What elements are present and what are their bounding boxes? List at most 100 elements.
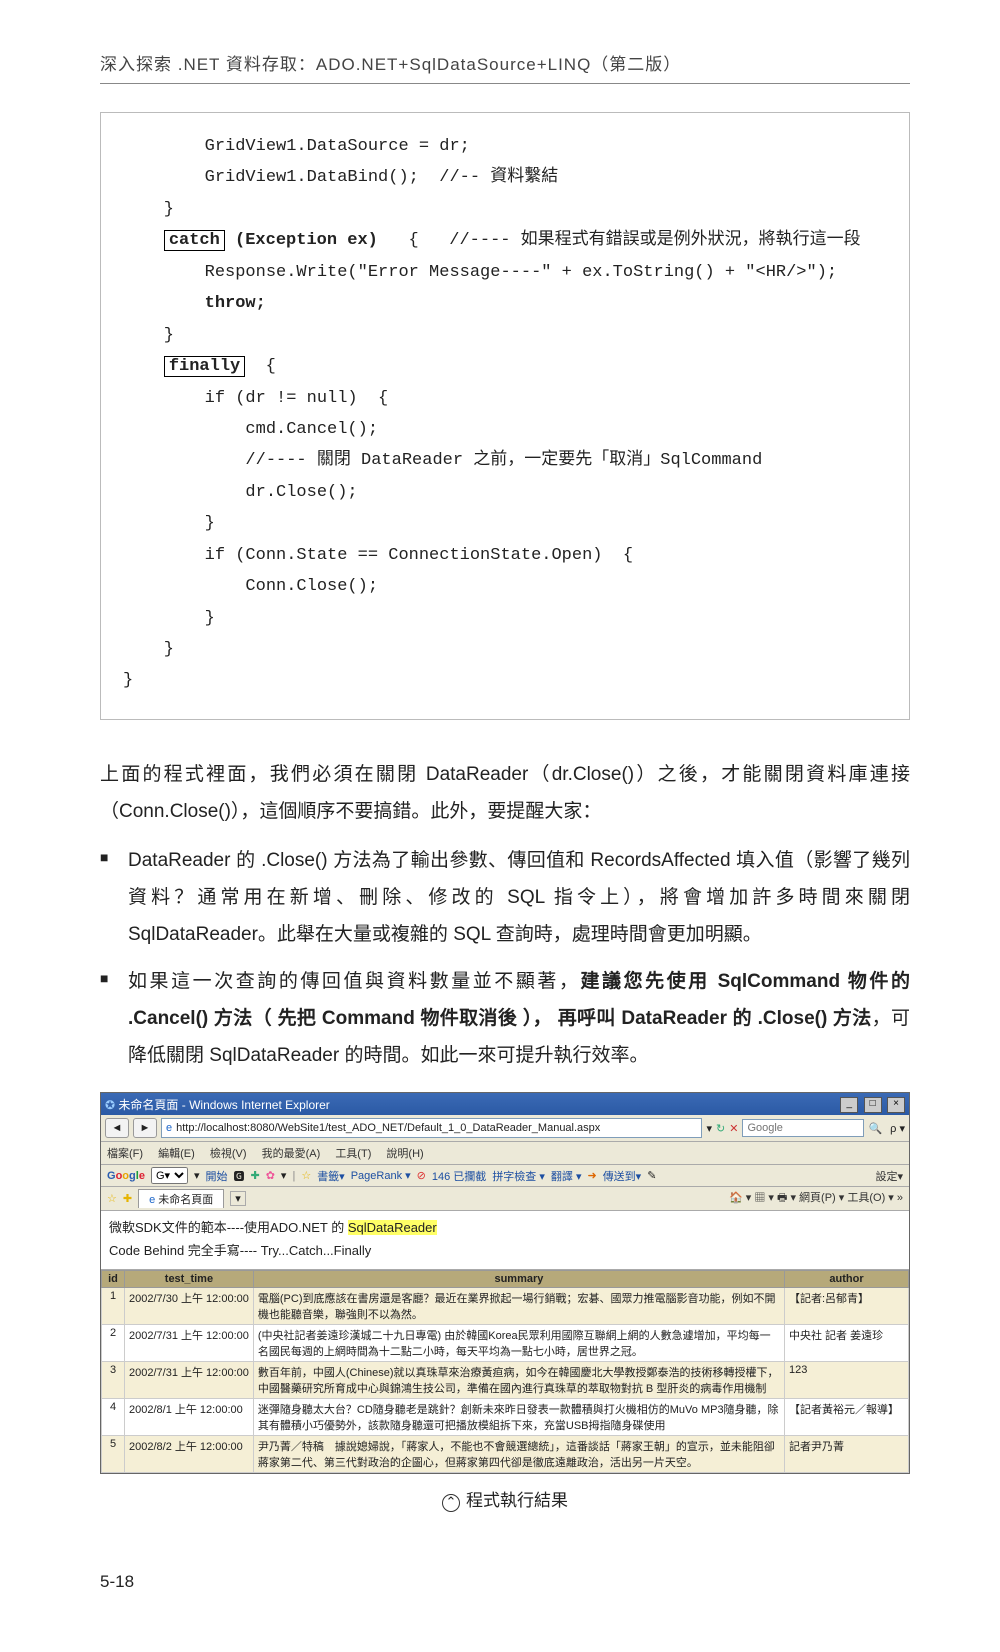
gb-more[interactable]: ▾ (281, 1169, 287, 1182)
window-buttons: _ □ × (838, 1095, 905, 1113)
content-line: Code Behind 完全手寫---- Try...Catch...Final… (109, 1240, 901, 1259)
google-toolbar: Google G▾ ▾ 開始 🅶 ✚ ✿ ▾ | ☆ 書籤▾ PageRank … (101, 1165, 909, 1187)
col-summary[interactable]: summary (253, 1271, 784, 1288)
close-button[interactable]: × (887, 1097, 905, 1113)
code-bold: (Exception ex) (225, 231, 378, 250)
table-row[interactable]: 42002/8/1 上午 12:00:00迷彈隨身聽太大台？CD隨身聽老是跳針？… (102, 1399, 909, 1436)
gb-spellcheck[interactable]: 拼字檢查 ▾ (492, 1168, 545, 1184)
tab-dropdown[interactable]: ▾ (230, 1191, 246, 1206)
blocked-icon[interactable]: ⊘ (417, 1169, 426, 1182)
menu-tools[interactable]: 工具(T) (335, 1148, 371, 1160)
cell-summary: 迷彈隨身聽太大台？CD隨身聽老是跳針？創新未來昨日發表一款體積與打火機相仿的Mu… (253, 1399, 784, 1436)
cell-author: 【記者:呂郁青】 (785, 1288, 909, 1325)
code-line: } (123, 640, 174, 659)
cell-summary: 尹乃菁／特稿 據說媳婦說，「蔣家人，不能也不會競選總統」，這番談話「蔣家王朝」的… (253, 1436, 784, 1473)
back-button[interactable]: ◄ (105, 1118, 129, 1138)
cell-time: 2002/8/2 上午 12:00:00 (125, 1436, 254, 1473)
search-icon[interactable]: 🔍 (868, 1122, 882, 1135)
page-content: 微軟SDK文件的範本----使用ADO.NET 的 SqlDataReader … (101, 1211, 909, 1270)
dropdown-icon[interactable]: ▾ (706, 1122, 712, 1135)
page-menu[interactable]: 網頁(P) ▾ 工具(O) ▾ (799, 1192, 894, 1204)
code-line: dr.Close(); (123, 483, 358, 502)
gb-icon[interactable]: 🅶 (233, 1168, 244, 1184)
refresh-icon[interactable]: ↻ (716, 1122, 725, 1135)
address-bar-row: ◄ ► e http://localhost:8080/WebSite1/tes… (101, 1115, 909, 1142)
code-line: //---- 關閉 DataReader 之前，一定要先「取消」SqlComma… (123, 451, 762, 470)
gb-dropdown[interactable]: ▾ (194, 1169, 200, 1182)
gb-icon[interactable]: ✿ (266, 1169, 275, 1182)
gb-blocked[interactable]: 146 已攔截 (432, 1168, 486, 1184)
bullet-list: DataReader 的 .Close() 方法為了輸出參數、傳回值和 Reco… (100, 842, 910, 1074)
page-icon: e (166, 1122, 172, 1134)
cell-author: 中央社 記者 姜遠珍 (785, 1325, 909, 1362)
code-line: { //---- 如果程式有錯誤或是例外狀況，將執行這一段 (378, 231, 861, 250)
table-row[interactable]: 52002/8/2 上午 12:00:00尹乃菁／特稿 據說媳婦說，「蔣家人，不… (102, 1436, 909, 1473)
table-row[interactable]: 12002/7/30 上午 12:00:00電腦(PC)到底應該在書房還是客廳？… (102, 1288, 909, 1325)
code-line (123, 357, 164, 376)
google-search-select[interactable]: G▾ (151, 1167, 188, 1184)
menu-help[interactable]: 說明(H) (386, 1148, 423, 1160)
tab-strip: ☆ ✚ e 未命名頁面 ▾ 🏠 ▾ ▦ ▾ 🖶 ▾ 網頁(P) ▾ 工具(O) … (101, 1187, 909, 1211)
google-logo: Google (107, 1170, 145, 1182)
cell-author: 記者尹乃菁 (785, 1436, 909, 1473)
col-test-time[interactable]: test_time (125, 1271, 254, 1288)
address-bar[interactable]: e http://localhost:8080/WebSite1/test_AD… (161, 1118, 702, 1138)
cell-summary: 電腦(PC)到底應該在書房還是客廳？最近在業界掀起一場行銷戰；宏碁、國眾力推電腦… (253, 1288, 784, 1325)
bullet-text: 如果這一次查詢的傳回值與資料數量並不顯著， (128, 971, 581, 992)
home-icon[interactable]: 🏠 ▾ (729, 1192, 751, 1204)
figure-caption: 程式執行結果 (100, 1486, 910, 1512)
gb-icon[interactable]: ✚ (250, 1169, 259, 1182)
send-icon[interactable]: ➜ (587, 1169, 596, 1182)
tab-tools: 🏠 ▾ ▦ ▾ 🖶 ▾ 網頁(P) ▾ 工具(O) ▾ » (729, 1189, 903, 1208)
tab-label: 未命名頁面 (158, 1194, 213, 1206)
cell-time: 2002/7/30 上午 12:00:00 (125, 1288, 254, 1325)
highlight: SqlDataReader (348, 1220, 437, 1235)
menu-favorites[interactable]: 我的最愛(A) (262, 1148, 321, 1160)
browser-tab[interactable]: e 未命名頁面 (138, 1189, 224, 1208)
menu-bar: 檔案(F) 編輯(E) 檢視(V) 我的最愛(A) 工具(T) 說明(H) (101, 1142, 909, 1165)
search-input[interactable] (742, 1119, 864, 1137)
cell-id: 1 (102, 1288, 125, 1325)
menu-edit[interactable]: 編輯(E) (158, 1148, 195, 1160)
code-line: } (123, 514, 215, 533)
url-text: http://localhost:8080/WebSite1/test_ADO_… (176, 1122, 600, 1134)
list-item: DataReader 的 .Close() 方法為了輸出參數、傳回值和 Reco… (100, 842, 910, 953)
menu-view[interactable]: 檢視(V) (210, 1148, 247, 1160)
menu-file[interactable]: 檔案(F) (107, 1148, 143, 1160)
col-author[interactable]: author (785, 1271, 909, 1288)
book-title: 深入探索 .NET 資料存取：ADO.NET+SqlDataSource+LIN… (100, 50, 910, 75)
gb-translate[interactable]: 翻譯 ▾ (551, 1168, 582, 1184)
chevron-icon[interactable]: » (897, 1192, 903, 1204)
col-id[interactable]: id (102, 1271, 125, 1288)
star-icon[interactable]: ☆ (301, 1169, 311, 1182)
table-row[interactable]: 32002/7/31 上午 12:00:00數百年前，中國人(Chinese)就… (102, 1362, 909, 1399)
search-box: 🔍 (742, 1119, 882, 1137)
code-line: { (245, 357, 276, 376)
forward-button[interactable]: ► (133, 1118, 157, 1138)
code-line: GridView1.DataBind(); //-- 資料繫結 (123, 168, 558, 187)
content-line: 微軟SDK文件的範本----使用ADO.NET 的 SqlDataReader (109, 1217, 901, 1236)
maximize-button[interactable]: □ (864, 1097, 882, 1113)
gb-settings[interactable]: 設定▾ (875, 1168, 903, 1184)
gb-icon[interactable]: ✎ (647, 1169, 656, 1182)
table-row[interactable]: 22002/7/31 上午 12:00:00(中央社記者姜遠珍漢城二十九日專電)… (102, 1325, 909, 1362)
code-line: } (123, 200, 174, 219)
print-icon[interactable]: 🖶 ▾ (777, 1192, 796, 1204)
browser-window: ✪ 未命名頁面 - Windows Internet Explorer _ □ … (100, 1092, 910, 1474)
ie-icon: ✪ (105, 1098, 115, 1112)
gb-bookmarks[interactable]: 書籤▾ (317, 1168, 345, 1184)
search-scope[interactable]: ρ ▾ (890, 1122, 905, 1135)
stop-icon[interactable]: ✕ (729, 1122, 738, 1135)
feed-icon[interactable]: ▦ ▾ (754, 1192, 774, 1204)
gb-start[interactable]: 開始 (205, 1168, 227, 1184)
gb-sendto[interactable]: 傳送到▾ (603, 1168, 642, 1184)
cell-summary: (中央社記者姜遠珍漢城二十九日專電) 由於韓國Korea民眾利用國際互聯網上網的… (253, 1325, 784, 1362)
favorites-star-icon[interactable]: ☆ (107, 1192, 117, 1205)
gb-pagerank[interactable]: PageRank ▾ (351, 1169, 411, 1182)
titlebar[interactable]: ✪ 未命名頁面 - Windows Internet Explorer _ □ … (101, 1093, 909, 1115)
keyword-finally: finally (164, 356, 245, 377)
add-favorite-icon[interactable]: ✚ (123, 1192, 132, 1205)
minimize-button[interactable]: _ (840, 1097, 858, 1113)
title-text: 未命名頁面 - Windows Internet Explorer (118, 1098, 329, 1112)
paragraph: 上面的程式裡面，我們必須在關閉 DataReader（dr.Close()）之後… (100, 756, 910, 830)
